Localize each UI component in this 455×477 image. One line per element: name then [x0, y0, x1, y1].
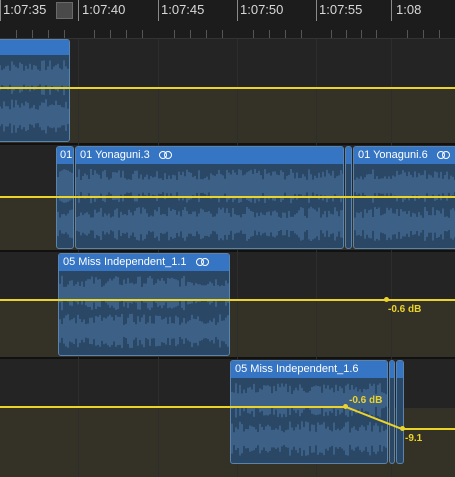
volume-keyframe[interactable] — [400, 426, 405, 431]
ruler-minor-tick — [174, 30, 175, 38]
volume-keyframe[interactable] — [343, 404, 348, 409]
linked-clip-icon — [436, 151, 451, 160]
ruler-minor-tick — [64, 30, 65, 38]
volume-keyframe-label: -0.6 dB — [349, 395, 383, 406]
audio-clip-track-4-small[interactable] — [389, 360, 395, 464]
audio-clip-track-1[interactable] — [0, 39, 70, 142]
ruler-minor-tick — [253, 30, 254, 38]
ruler-tick — [158, 0, 159, 21]
waveform — [57, 169, 73, 239]
ruler-minor-tick — [16, 30, 17, 38]
linked-clip-icon — [195, 258, 210, 267]
volume-keyframe-label: -9.1 — [405, 433, 423, 444]
waveform — [76, 168, 343, 242]
ruler-label: 1:07:45 — [161, 2, 205, 17]
waveform — [59, 275, 229, 348]
ruler-label: 1:07:40 — [82, 2, 126, 17]
ruler-label: 1:07:35 — [3, 2, 47, 17]
ruler-minor-tick — [142, 30, 143, 38]
volume-keyframe[interactable] — [384, 297, 389, 302]
ruler-minor-tick — [206, 30, 207, 38]
audio-clip-track-3[interactable]: 05 Miss Independent_1.1 — [58, 253, 230, 356]
volume-line-track-1[interactable] — [0, 87, 455, 89]
ruler-minor-tick — [94, 30, 95, 38]
waveform — [354, 169, 455, 241]
volume-keyframe-label: -0.6 dB — [388, 304, 422, 315]
audio-clip-track-4-small[interactable] — [396, 360, 404, 464]
ruler-minor-tick — [346, 30, 347, 38]
ruler-minor-tick — [301, 30, 302, 38]
timeline-ruler[interactable]: 1:07:35 1:07:40 1:07:45 1:07:50 1:07:55 … — [0, 0, 455, 39]
ruler-minor-tick — [423, 30, 424, 38]
ruler-minor-tick — [190, 30, 191, 38]
ruler-label: 1:08 — [396, 2, 422, 17]
ruler-minor-tick — [48, 30, 49, 38]
ruler-minor-tick — [222, 30, 223, 38]
audio-clip-track-4[interactable]: 05 Miss Independent_1.6 — [230, 360, 388, 464]
ruler-minor-tick — [407, 30, 408, 38]
ruler-minor-tick — [269, 30, 270, 38]
ruler-minor-tick — [376, 30, 377, 38]
ruler-minor-tick — [285, 30, 286, 38]
ruler-minor-tick — [439, 30, 440, 38]
ruler-tick — [78, 0, 79, 21]
linked-clip-icon — [158, 151, 173, 160]
waveform — [0, 60, 69, 134]
ruler-minor-tick — [110, 30, 111, 38]
volume-line-track-2[interactable] — [0, 196, 455, 198]
ruler-tick — [391, 0, 392, 21]
ruler-minor-tick — [126, 30, 127, 38]
ruler-minor-tick — [361, 30, 362, 38]
playhead-marker[interactable] — [56, 2, 73, 19]
ruler-minor-tick — [331, 30, 332, 38]
clip-header[interactable] — [397, 361, 403, 378]
ruler-tick — [237, 0, 238, 21]
ruler-label: 1:07:55 — [319, 2, 363, 17]
clip-header[interactable] — [390, 361, 394, 378]
ruler-label: 1:07:50 — [240, 2, 284, 17]
ruler-tick — [0, 0, 1, 21]
clip-header[interactable] — [346, 147, 351, 164]
waveform — [231, 383, 387, 456]
ruler-tick — [316, 0, 317, 21]
ruler-minor-tick — [32, 30, 33, 38]
